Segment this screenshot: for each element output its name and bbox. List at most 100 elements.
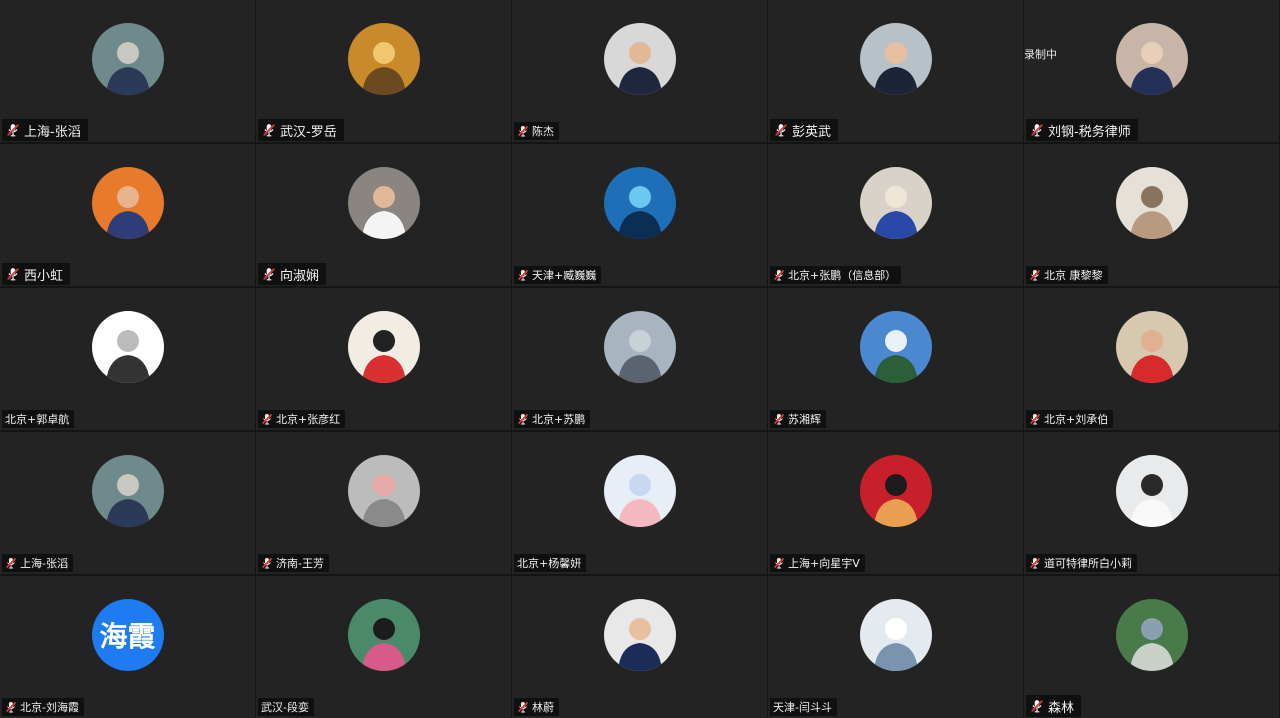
avatar (859, 23, 932, 95)
participant-tile[interactable]: 北京+张彦红 (256, 288, 511, 430)
participant-tile[interactable]: 西小虹 (0, 144, 255, 286)
participant-nameplate: 北京+郭卓航 (2, 410, 75, 428)
participant-tile[interactable]: 上海-张滔 (0, 0, 255, 142)
participant-tile[interactable]: 上海-张滔 (0, 432, 255, 574)
mic-muted-icon (774, 123, 788, 137)
avatar (347, 455, 420, 527)
participant-nameplate: 武汉-罗岳 (258, 119, 344, 141)
participant-tile[interactable]: 刘钢-税务律师 录制中 (1024, 0, 1279, 142)
participant-nameplate: 彭英武 (770, 119, 839, 141)
participant-nameplate: 天津-闫斗斗 (770, 698, 837, 716)
participant-tile[interactable]: 北京+郭卓航 (0, 288, 255, 430)
avatar (91, 167, 164, 239)
avatar (91, 455, 164, 527)
avatar (603, 23, 676, 95)
participant-nameplate: 北京+杨馨妍 (514, 554, 587, 572)
participant-nameplate: 陈杰 (514, 122, 559, 140)
participant-nameplate: 北京+苏鹏 (514, 410, 591, 428)
mic-muted-icon (261, 557, 273, 569)
participant-name: 陈杰 (532, 125, 554, 138)
participant-name: 刘钢-税务律师 (1048, 124, 1131, 140)
participant-tile[interactable]: 北京 康黎黎 (1024, 144, 1279, 286)
participant-name: 济南-王芳 (276, 557, 324, 570)
participant-name: 武汉-段娈 (261, 701, 309, 714)
mic-muted-icon (6, 267, 20, 281)
participant-tile[interactable]: 济南-王芳 (256, 432, 511, 574)
participant-tile[interactable]: 道可特律所白小莉 (1024, 432, 1279, 574)
avatar (347, 167, 420, 239)
participant-tile[interactable]: 天津-闫斗斗 (768, 576, 1023, 718)
recording-status-text: 录制中 (1024, 48, 1057, 61)
participant-nameplate: 天津+臧巍巍 (514, 266, 602, 284)
participant-name: 森林 (1048, 700, 1075, 716)
mic-muted-icon (517, 269, 529, 281)
participant-tile[interactable]: 武汉-罗岳 (256, 0, 511, 142)
participant-name: 北京-刘海霞 (20, 701, 79, 714)
mic-muted-icon (262, 123, 276, 137)
avatar (603, 599, 676, 671)
participant-name: 北京+郭卓航 (5, 413, 70, 426)
participant-tile[interactable]: 北京+苏鹏 (512, 288, 767, 430)
avatar (347, 23, 420, 95)
avatar (859, 599, 932, 671)
participant-tile[interactable]: 北京+刘承伯 (1024, 288, 1279, 430)
mic-muted-icon (262, 267, 276, 281)
participant-tile[interactable]: 林蔚 (512, 576, 767, 718)
participant-nameplate: 武汉-段娈 (258, 698, 314, 716)
participant-nameplate: 苏湘辉 (770, 410, 826, 428)
participant-name: 北京 康黎黎 (1044, 269, 1103, 282)
participant-tile[interactable]: 陈杰 (512, 0, 767, 142)
mic-muted-icon (517, 413, 529, 425)
mic-muted-icon (6, 123, 20, 137)
participant-tile[interactable]: 上海+向星宇V (768, 432, 1023, 574)
avatar-initials: 海霞 (91, 599, 164, 671)
participant-nameplate: 上海-张滔 (2, 554, 73, 572)
video-grid: 上海-张滔 武汉-罗岳 陈杰 彭英武 刘钢-税务律师 录制中 西小虹 向淑娴 天津+臧巍巍 北京+… (0, 0, 1280, 718)
participant-name: 北京+张彦红 (276, 413, 341, 426)
participant-name: 北京+张鹏（信息部） (788, 269, 897, 282)
participant-nameplate: 济南-王芳 (258, 554, 329, 572)
avatar (859, 167, 932, 239)
participant-name: 上海-张滔 (24, 124, 81, 140)
mic-muted-icon (773, 269, 785, 281)
avatar (1115, 599, 1188, 671)
participant-tile[interactable]: 天津+臧巍巍 (512, 144, 767, 286)
participant-name: 向淑娴 (280, 268, 320, 284)
participant-name: 西小虹 (24, 268, 64, 284)
participant-tile[interactable]: 海霞北京-刘海霞 (0, 576, 255, 718)
participant-tile[interactable]: 北京+张鹏（信息部） (768, 144, 1023, 286)
mic-muted-icon (1030, 699, 1044, 713)
participant-tile[interactable]: 向淑娴 (256, 144, 511, 286)
mic-muted-icon (261, 413, 273, 425)
avatar (603, 167, 676, 239)
participant-tile[interactable]: 武汉-段娈 (256, 576, 511, 718)
participant-nameplate: 上海-张滔 (2, 119, 88, 141)
participant-nameplate: 刘钢-税务律师 (1026, 119, 1138, 141)
participant-nameplate: 西小虹 (2, 263, 71, 285)
participant-tile[interactable]: 彭英武 (768, 0, 1023, 142)
participant-nameplate: 上海+向星宇V (770, 554, 865, 572)
participant-nameplate: 北京+张鹏（信息部） (770, 266, 902, 284)
mic-muted-icon (5, 557, 17, 569)
avatar (603, 455, 676, 527)
participant-name: 北京+杨馨妍 (517, 557, 582, 570)
avatar (347, 599, 420, 671)
mic-muted-icon (773, 413, 785, 425)
participant-name: 天津-闫斗斗 (773, 701, 832, 714)
participant-name: 苏湘辉 (788, 413, 821, 426)
avatar (1115, 23, 1188, 95)
participant-nameplate: 北京-刘海霞 (2, 698, 84, 716)
participant-tile[interactable]: 森林 (1024, 576, 1279, 718)
participant-tile[interactable]: 苏湘辉 (768, 288, 1023, 430)
avatar (91, 23, 164, 95)
mic-muted-icon (1029, 413, 1041, 425)
participant-name: 北京+苏鹏 (532, 413, 586, 426)
avatar (1115, 167, 1188, 239)
avatar (603, 311, 676, 383)
avatar (1115, 455, 1188, 527)
participant-name: 上海+向星宇V (788, 557, 860, 570)
mic-muted-icon (517, 125, 529, 137)
mic-muted-icon (1029, 557, 1041, 569)
participant-name: 天津+臧巍巍 (532, 269, 597, 282)
participant-tile[interactable]: 北京+杨馨妍 (512, 432, 767, 574)
